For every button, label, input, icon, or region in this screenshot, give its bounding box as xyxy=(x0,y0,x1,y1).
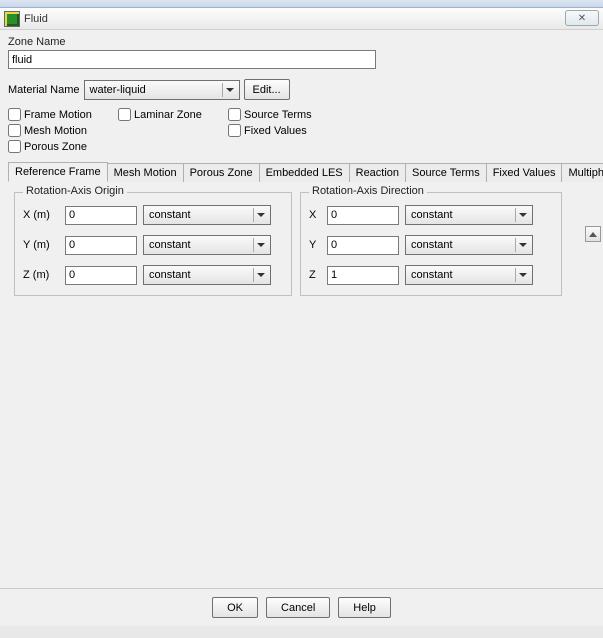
tab-reference-frame[interactable]: Reference Frame xyxy=(8,162,108,182)
edit-material-button[interactable]: Edit... xyxy=(244,79,290,100)
tab-bar: Reference Frame Mesh Motion Porous Zone … xyxy=(8,159,595,182)
direction-z-mode-value: constant xyxy=(411,269,453,281)
fixed-values-checkbox[interactable]: Fixed Values xyxy=(228,124,358,137)
titlebar: Fluid ✕ xyxy=(0,8,603,30)
cancel-button[interactable]: Cancel xyxy=(266,597,330,618)
direction-x-mode-dropdown[interactable]: constant xyxy=(405,205,533,225)
rotation-axis-direction-legend: Rotation-Axis Direction xyxy=(309,185,427,197)
tab-source-terms[interactable]: Source Terms xyxy=(406,163,487,182)
source-terms-label: Source Terms xyxy=(244,109,312,121)
direction-y-mode-dropdown[interactable]: constant xyxy=(405,235,533,255)
frame-motion-label: Frame Motion xyxy=(24,109,92,121)
ok-button[interactable]: OK xyxy=(212,597,258,618)
client-area: Zone Name Material Name water-liquid Edi… xyxy=(0,30,603,588)
direction-y-input[interactable] xyxy=(327,236,399,255)
tab-reaction[interactable]: Reaction xyxy=(350,163,406,182)
chevron-down-icon xyxy=(515,238,530,252)
chevron-down-icon xyxy=(515,268,530,282)
tab-panel-reference-frame: Rotation-Axis Origin X (m) constant Y (m… xyxy=(8,182,595,562)
origin-z-input[interactable] xyxy=(65,266,137,285)
chevron-down-icon xyxy=(253,238,268,252)
direction-x-input[interactable] xyxy=(327,206,399,225)
origin-x-label: X (m) xyxy=(23,209,59,221)
material-name-value: water-liquid xyxy=(90,84,146,96)
parent-window-fragment xyxy=(0,0,603,8)
origin-y-input[interactable] xyxy=(65,236,137,255)
close-button[interactable]: ✕ xyxy=(565,10,599,26)
origin-x-mode-value: constant xyxy=(149,209,191,221)
tab-porous-zone[interactable]: Porous Zone xyxy=(184,163,260,182)
scroll-up-button[interactable] xyxy=(585,226,601,242)
porous-zone-label: Porous Zone xyxy=(24,141,87,153)
origin-y-label: Y (m) xyxy=(23,239,59,251)
chevron-down-icon xyxy=(515,208,530,222)
tab-mesh-motion[interactable]: Mesh Motion xyxy=(108,163,184,182)
material-name-label: Material Name xyxy=(8,84,80,96)
laminar-zone-label: Laminar Zone xyxy=(134,109,202,121)
tab-fixed-values[interactable]: Fixed Values xyxy=(487,163,563,182)
material-name-dropdown[interactable]: water-liquid xyxy=(84,80,240,100)
dialog-footer: OK Cancel Help xyxy=(0,588,603,626)
origin-z-label: Z (m) xyxy=(23,269,59,281)
source-terms-checkbox[interactable]: Source Terms xyxy=(228,108,358,121)
origin-x-mode-dropdown[interactable]: constant xyxy=(143,205,271,225)
direction-y-label: Y xyxy=(309,239,321,251)
frame-motion-checkbox[interactable]: Frame Motion xyxy=(8,108,118,121)
origin-z-mode-dropdown[interactable]: constant xyxy=(143,265,271,285)
direction-z-label: Z xyxy=(309,269,321,281)
origin-z-mode-value: constant xyxy=(149,269,191,281)
help-button[interactable]: Help xyxy=(338,597,391,618)
chevron-down-icon xyxy=(253,208,268,222)
app-icon xyxy=(4,11,20,27)
direction-x-mode-value: constant xyxy=(411,209,453,221)
rotation-axis-direction-group: Rotation-Axis Direction X constant Y con… xyxy=(300,192,562,296)
zone-name-input[interactable] xyxy=(8,50,376,69)
origin-x-input[interactable] xyxy=(65,206,137,225)
origin-y-mode-dropdown[interactable]: constant xyxy=(143,235,271,255)
tab-embedded-les[interactable]: Embedded LES xyxy=(260,163,350,182)
mesh-motion-label: Mesh Motion xyxy=(24,125,87,137)
origin-y-mode-value: constant xyxy=(149,239,191,251)
fixed-values-label: Fixed Values xyxy=(244,125,307,137)
direction-x-label: X xyxy=(309,209,321,221)
direction-z-mode-dropdown[interactable]: constant xyxy=(405,265,533,285)
direction-y-mode-value: constant xyxy=(411,239,453,251)
porous-zone-checkbox[interactable]: Porous Zone xyxy=(8,140,118,153)
chevron-down-icon xyxy=(222,83,237,97)
chevron-down-icon xyxy=(253,268,268,282)
rotation-axis-origin-group: Rotation-Axis Origin X (m) constant Y (m… xyxy=(14,192,292,296)
direction-z-input[interactable] xyxy=(327,266,399,285)
zone-name-label: Zone Name xyxy=(8,36,595,48)
tab-multiphase[interactable]: Multiphase xyxy=(562,163,603,182)
window-title: Fluid xyxy=(24,13,48,25)
options-checkboxes: Frame Motion Laminar Zone Source Terms M… xyxy=(8,108,595,153)
laminar-zone-checkbox[interactable]: Laminar Zone xyxy=(118,108,228,121)
mesh-motion-checkbox[interactable]: Mesh Motion xyxy=(8,124,118,137)
rotation-axis-origin-legend: Rotation-Axis Origin xyxy=(23,185,127,197)
close-icon: ✕ xyxy=(578,13,586,24)
